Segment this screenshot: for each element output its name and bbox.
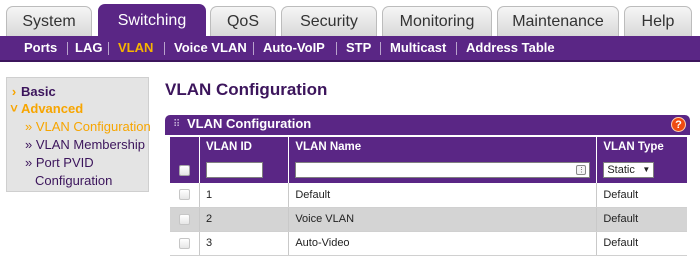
subnav-separator: [336, 42, 337, 55]
chevron-right-icon: ›: [11, 84, 17, 99]
subnav-multicast[interactable]: Multicast: [390, 36, 446, 60]
vlan-type-cell: Default: [596, 207, 687, 232]
subnav-vlan[interactable]: VLAN: [118, 36, 153, 60]
nav-basic[interactable]: › Basic: [7, 84, 56, 99]
vlan-name-cell: Voice VLAN: [288, 207, 598, 232]
row-checkbox[interactable]: [178, 189, 190, 201]
table-input-row: ⋮ Static ▼: [170, 157, 687, 183]
tab-monitoring[interactable]: Monitoring: [382, 6, 492, 36]
subnav-separator: [456, 42, 457, 55]
header-vlan-name[interactable]: VLAN Name: [288, 137, 598, 157]
tab-help[interactable]: Help: [624, 6, 692, 36]
grip-icon: ⠿: [173, 119, 180, 130]
nav-item-vlan-membership[interactable]: » VLAN Membership: [25, 137, 145, 152]
row-select-cell: [170, 183, 200, 208]
subnav-separator: [164, 42, 165, 55]
nav-advanced[interactable]: ˅ Advanced: [7, 101, 83, 116]
vlan-id-cell: 1: [199, 183, 290, 208]
subnav-separator: [380, 42, 381, 55]
tab-switching[interactable]: Switching: [98, 4, 206, 36]
panel-header: ⠿ VLAN Configuration ?: [165, 115, 690, 135]
vlan-id-input[interactable]: [205, 162, 263, 178]
tab-system[interactable]: System: [6, 6, 92, 36]
vlan-id-cell: 2: [199, 207, 290, 232]
vlan-id-cell: 3: [199, 231, 290, 256]
subnav-address-table[interactable]: Address Table: [466, 36, 555, 60]
input-name-cell: ⋮: [288, 157, 598, 183]
table-row[interactable]: 2 Voice VLAN Default: [170, 207, 687, 232]
subnav-separator: [253, 42, 254, 55]
input-id-cell: [199, 157, 290, 183]
panel-title: VLAN Configuration: [187, 116, 312, 131]
vlan-table: VLAN ID VLAN Name VLAN Type ⋮ Static ▼ 1…: [170, 137, 687, 256]
subnav-separator: [108, 42, 109, 55]
table-row[interactable]: 1 Default Default: [170, 183, 687, 208]
vlan-type-cell: Default: [596, 231, 687, 256]
tab-maintenance[interactable]: Maintenance: [497, 6, 619, 36]
subnav-lag[interactable]: LAG: [75, 36, 102, 60]
row-select-cell: [170, 207, 200, 232]
header-vlan-type[interactable]: VLAN Type: [596, 137, 687, 157]
row-checkbox[interactable]: [178, 237, 190, 249]
subnav-voice-vlan[interactable]: Voice VLAN: [174, 36, 247, 60]
row-select-cell: [170, 231, 200, 256]
subnav-auto-voip[interactable]: Auto-VoIP: [263, 36, 325, 60]
vlan-name-cell: Default: [288, 183, 598, 208]
header-vlan-id[interactable]: VLAN ID: [199, 137, 290, 157]
vlan-name-cell: Auto-Video: [288, 231, 598, 256]
help-icon[interactable]: ?: [671, 117, 686, 132]
table-row[interactable]: 3 Auto-Video Default: [170, 231, 687, 256]
left-nav: › Basic ˅ Advanced » VLAN Configuration » …: [6, 77, 151, 192]
nav-item-vlan-configuration[interactable]: » VLAN Configuration: [25, 119, 151, 134]
vlan-type-cell: Default: [596, 183, 687, 208]
row-checkbox[interactable]: [178, 213, 190, 225]
nav-item-port-pvid[interactable]: » Port PVID: [25, 155, 94, 170]
nav-basic-label: Basic: [21, 84, 56, 99]
subnav-stp[interactable]: STP: [346, 36, 371, 60]
tab-security[interactable]: Security: [281, 6, 377, 36]
vlan-type-select[interactable]: Static ▼: [603, 162, 655, 178]
nav-item-port-pvid-configuration[interactable]: Configuration: [35, 173, 112, 188]
nav-advanced-label: Advanced: [21, 101, 84, 116]
page-title: VLAN Configuration: [165, 80, 328, 99]
chevron-down-icon: ˅: [10, 101, 18, 116]
input-select-cell: [170, 157, 200, 183]
select-all-checkbox[interactable]: [178, 164, 190, 176]
dropdown-arrow-icon: ▼: [642, 165, 651, 174]
key-icon: ⋮: [576, 165, 587, 175]
header-select: [170, 137, 200, 157]
subnav-separator: [67, 42, 68, 55]
vlan-type-select-value: Static: [607, 164, 635, 176]
vlan-name-input[interactable]: ⋮: [295, 162, 591, 178]
subnav-ports[interactable]: Ports: [24, 36, 57, 60]
sub-nav-bar: Ports LAG VLAN Voice VLAN Auto-VoIP STP …: [0, 36, 700, 62]
tab-qos[interactable]: QoS: [210, 6, 276, 36]
input-type-cell: Static ▼: [596, 157, 687, 183]
top-tab-bar: System Switching QoS Security Monitoring…: [0, 0, 700, 36]
table-header-row: VLAN ID VLAN Name VLAN Type: [170, 137, 687, 157]
